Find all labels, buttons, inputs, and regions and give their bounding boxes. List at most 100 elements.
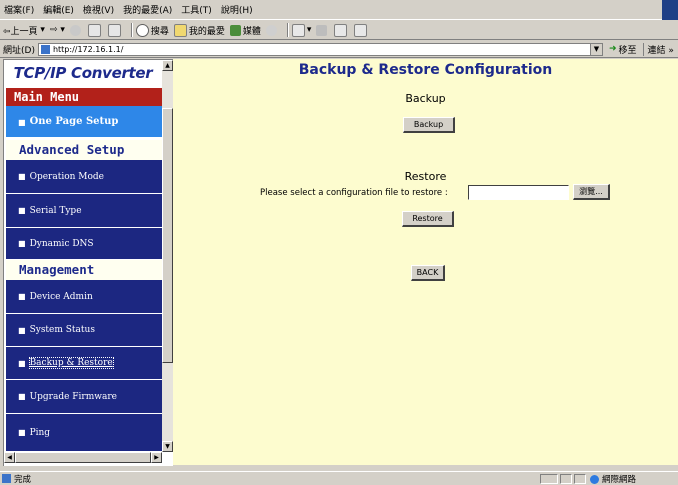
toolbar-divider — [130, 23, 133, 37]
bullet-icon: ■ — [18, 239, 26, 248]
scrollbar-thumb[interactable] — [162, 108, 173, 363]
menu-help[interactable]: 說明(H) — [221, 3, 253, 16]
restore-file-label: Please select a configuration file to re… — [260, 188, 448, 198]
back-page-button[interactable]: BACK — [411, 265, 445, 281]
status-pane — [574, 474, 586, 484]
nav-item-label: Operation Mode — [29, 171, 104, 182]
status-label: 完成 — [14, 474, 32, 485]
menu-edit[interactable]: 編輯(E) — [43, 3, 74, 16]
edit-icon[interactable] — [334, 23, 349, 37]
address-bar: 網址(D) http://172.16.1.1/ ▼ ➜ 移至 連結 » — [0, 41, 678, 58]
nav-item-label: Dynamic DNS — [29, 238, 94, 249]
print-icon[interactable] — [316, 24, 329, 36]
zone-label: 網際網路 — [602, 475, 637, 485]
page-title: Backup & Restore Configuration — [298, 62, 553, 78]
bullet-icon: ■ — [18, 116, 26, 127]
go-arrow-icon: ➜ — [608, 44, 617, 54]
nav-item-backup-restore[interactable]: ■ Backup & Restore — [6, 347, 162, 380]
security-zone: 網際網路 — [590, 473, 636, 485]
stop-icon[interactable] — [69, 24, 83, 36]
nav-item-label: Backup & Restore — [28, 357, 114, 369]
bullet-icon: ■ — [18, 358, 26, 368]
status-pane — [540, 474, 558, 484]
address-label: 網址(D) — [3, 45, 35, 56]
links-button[interactable]: 連結 » — [642, 42, 674, 56]
toolbar: ⇦上一頁 ▾ ⇨ ▾ 搜尋 我的最愛 媒體 ▾ — [0, 21, 678, 40]
vertical-scrollbar[interactable]: ▲ ▼ — [162, 60, 173, 452]
mail-icon[interactable]: ▾ — [291, 23, 311, 37]
media-icon — [229, 24, 241, 36]
history-icon[interactable] — [265, 24, 279, 36]
restore-heading: Restore — [404, 170, 447, 183]
bullet-icon: ■ — [18, 206, 26, 215]
status-bar: 完成 網際網路 — [0, 471, 678, 485]
section-management: Management — [6, 260, 162, 280]
address-url: http://172.16.1.1/ — [52, 44, 124, 54]
nav-item-upgrade-firmware[interactable]: ■ Upgrade Firmware — [6, 380, 162, 414]
nav-panel: TCP/IP Converter Main Menu ■ One Page Set… — [4, 60, 162, 452]
section-advanced-setup: Advanced Setup — [6, 140, 162, 160]
windows-logo-icon — [662, 0, 678, 20]
scroll-left-icon[interactable]: ◀ — [4, 452, 15, 463]
scroll-right-icon[interactable]: ▶ — [151, 452, 162, 463]
status-pane — [560, 474, 572, 484]
nav-item-label: Serial Type — [29, 205, 82, 216]
favorites-label: 我的最愛 — [188, 26, 225, 37]
back-button[interactable]: ⇦上一頁 ▾ — [3, 24, 45, 37]
status-text: 完成 — [2, 473, 31, 485]
address-input[interactable]: http://172.16.1.1/ ▼ — [37, 42, 603, 56]
media-label: 媒體 — [242, 26, 261, 37]
nav-item-dynamic-dns[interactable]: ■ Dynamic DNS — [6, 228, 162, 260]
refresh-icon[interactable] — [87, 23, 103, 37]
back-label: ⇦上一頁 — [3, 26, 38, 37]
bullet-icon: ■ — [18, 392, 26, 401]
search-label: 搜尋 — [150, 26, 169, 37]
scrollbar-thumb[interactable] — [15, 452, 151, 463]
menu-tools[interactable]: 工具(T) — [181, 3, 212, 16]
page-icon — [40, 44, 50, 54]
bullet-icon: ■ — [18, 428, 26, 437]
nav-item-operation-mode[interactable]: ■ Operation Mode — [6, 160, 162, 194]
home-icon[interactable] — [107, 23, 123, 37]
menu-file[interactable]: 檔案(F) — [4, 3, 34, 16]
browse-button[interactable]: 瀏覽... — [573, 184, 610, 200]
media-button[interactable]: 媒體 — [229, 24, 261, 37]
menu-favorites[interactable]: 我的最愛(A) — [123, 3, 172, 16]
scroll-up-icon[interactable]: ▲ — [162, 60, 173, 71]
section-main-menu: Main Menu — [6, 88, 162, 106]
search-icon — [135, 23, 149, 37]
backup-heading: Backup — [405, 92, 446, 105]
forward-label: ⇨ — [49, 25, 58, 35]
nav-item-label: Upgrade Firmware — [29, 391, 117, 402]
bullet-icon: ■ — [18, 325, 26, 335]
nav-item-label: Device Admin — [29, 291, 93, 302]
discuss-icon[interactable] — [354, 23, 369, 37]
nav-item-serial-type[interactable]: ■ Serial Type — [6, 194, 162, 228]
toolbar-divider — [286, 23, 289, 37]
go-button[interactable]: ➜ 移至 — [609, 43, 637, 56]
chevron-down-icon[interactable]: ▼ — [589, 43, 602, 55]
restore-file-input[interactable] — [468, 185, 569, 200]
go-label: 移至 — [618, 45, 637, 56]
nav-item-label: One Page Setup — [29, 116, 119, 127]
scroll-down-icon[interactable]: ▼ — [162, 441, 173, 452]
nav-item-ping[interactable]: ■ Ping — [6, 414, 162, 452]
menu-view[interactable]: 檢視(V) — [83, 3, 114, 16]
logo-title: TCP/IP Converter — [13, 64, 153, 82]
nav-item-device-admin[interactable]: ■ Device Admin — [6, 280, 162, 314]
horizontal-scrollbar[interactable]: ◀ ▶ — [4, 452, 162, 463]
bullet-icon: ■ — [18, 292, 26, 301]
favorites-icon — [173, 23, 187, 37]
nav-frame: TCP/IP Converter Main Menu ■ One Page Set… — [3, 59, 173, 466]
favorites-button[interactable]: 我的最愛 — [173, 23, 225, 37]
page-icon — [2, 474, 11, 483]
nav-item-one-page-setup[interactable]: ■ One Page Setup — [6, 106, 162, 138]
search-button[interactable]: 搜尋 — [135, 23, 169, 37]
forward-button[interactable]: ⇨ ▾ — [50, 25, 65, 35]
content-frame: Backup & Restore Configuration Backup Ba… — [173, 59, 678, 465]
backup-button[interactable]: Backup — [403, 117, 455, 133]
nav-item-system-status[interactable]: ■ System Status — [6, 314, 162, 347]
bullet-icon: ■ — [18, 172, 26, 181]
restore-button[interactable]: Restore — [402, 211, 454, 227]
nav-item-label: Ping — [29, 427, 51, 438]
